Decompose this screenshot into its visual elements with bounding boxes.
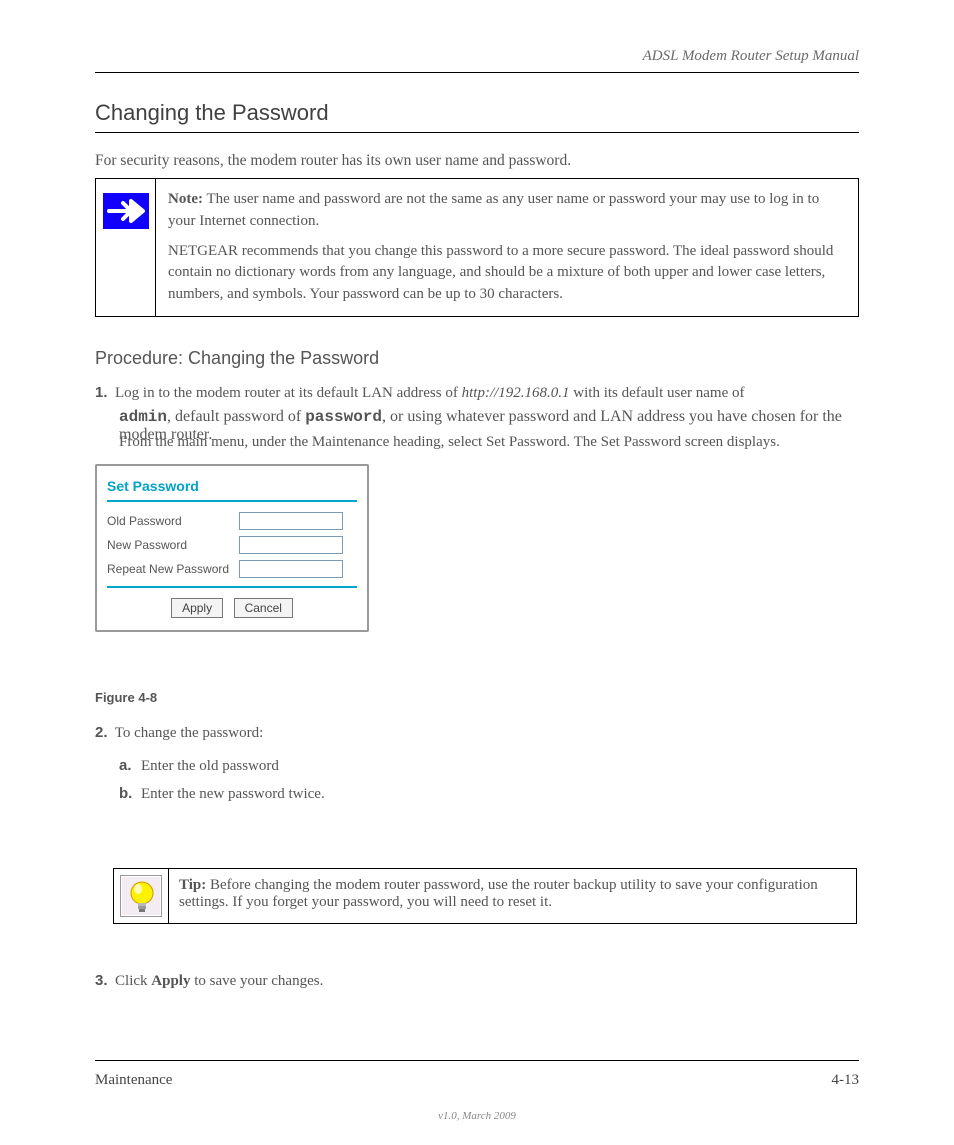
arrow-right-icon (103, 193, 149, 229)
dialog-title: Set Password (107, 478, 357, 494)
tip-content: Tip: Before changing the modem router pa… (169, 869, 857, 924)
label-old-password: Old Password (107, 514, 239, 528)
figure-caption: Figure 4-8 (95, 690, 157, 705)
rule-section (95, 132, 859, 133)
step-3-apply: Apply (151, 973, 190, 989)
step-3-text-post: to save your changes. (190, 973, 323, 989)
tip-body: Before changing the modem router passwor… (179, 877, 818, 910)
dialog-divider-bottom (107, 586, 357, 588)
input-old-password[interactable] (239, 512, 343, 530)
substep-b-text: Enter the new password twice. (141, 782, 325, 806)
cancel-button[interactable]: Cancel (234, 598, 293, 618)
intro-paragraph: For security reasons, the modem router h… (95, 150, 859, 172)
step-3-number: 3. (95, 972, 108, 989)
procedure-heading: Procedure: Changing the Password (95, 348, 379, 369)
step-2-text: To change the password: (115, 725, 264, 741)
note-callout: Note: The user name and password are not… (95, 178, 859, 317)
substep-a-text: Enter the old password (141, 754, 279, 778)
step-3-text-pre: Click (115, 973, 151, 989)
dialog-divider-top (107, 500, 357, 502)
running-header: ADSL Modem Router Setup Manual (643, 48, 859, 65)
step-1-url: http://192.168.0.1 (462, 385, 570, 401)
page: ADSL Modem Router Setup Manual Changing … (95, 0, 859, 1145)
note-content: Note: The user name and password are not… (156, 179, 859, 317)
note-body-2: NETGEAR recommends that you change this … (168, 241, 846, 306)
tip-icon-cell (114, 869, 169, 924)
step-2-number: 2. (95, 724, 108, 741)
input-new-password[interactable] (239, 536, 343, 554)
substep-b-marker: b. (119, 782, 141, 806)
label-repeat-password: Repeat New Password (107, 562, 239, 576)
step-2: 2. To change the password: (95, 724, 859, 742)
note-label: Note: (168, 191, 203, 207)
row-old-password: Old Password (107, 512, 357, 530)
step-1-text3: , default password of (167, 408, 301, 425)
label-new-password: New Password (107, 538, 239, 552)
step-1-number: 1. (95, 384, 108, 401)
apply-button[interactable]: Apply (171, 598, 223, 618)
default-password: password (305, 408, 382, 426)
note-body-1: The user name and password are not the s… (168, 191, 819, 229)
substep-a-marker: a. (119, 754, 141, 778)
step-1-from-menu: From the main menu, under the Maintenanc… (119, 434, 780, 451)
substep-b: b. Enter the new password twice. (119, 782, 325, 806)
row-repeat-password: Repeat New Password (107, 560, 357, 578)
step-1: 1. Log in to the modem router at its def… (95, 384, 745, 402)
footer-section-name: Maintenance (95, 1072, 172, 1089)
lightbulb-icon (120, 875, 162, 917)
section-heading: Changing the Password (95, 100, 329, 126)
step-1-text: Log in to the modem router at its defaul… (115, 385, 458, 401)
rule-bottom (95, 1060, 859, 1061)
substep-a: a. Enter the old password (119, 754, 325, 778)
tip-label: Tip: (179, 877, 206, 893)
input-repeat-password[interactable] (239, 560, 343, 578)
step-1-text2: with its default user name of (573, 385, 744, 401)
rule-top (95, 72, 859, 73)
footer-version: v1.0, March 2009 (95, 1110, 859, 1122)
tip-callout: Tip: Before changing the modem router pa… (113, 868, 857, 924)
footer-page-number: 4-13 (832, 1072, 860, 1089)
step-2-substeps: a. Enter the old password b. Enter the n… (119, 754, 325, 810)
default-username: admin (119, 408, 167, 426)
set-password-dialog: Set Password Old Password New Password R… (95, 464, 369, 632)
row-new-password: New Password (107, 536, 357, 554)
note-icon-cell (96, 179, 156, 317)
step-3: 3. Click Apply to save your changes. (95, 972, 323, 990)
